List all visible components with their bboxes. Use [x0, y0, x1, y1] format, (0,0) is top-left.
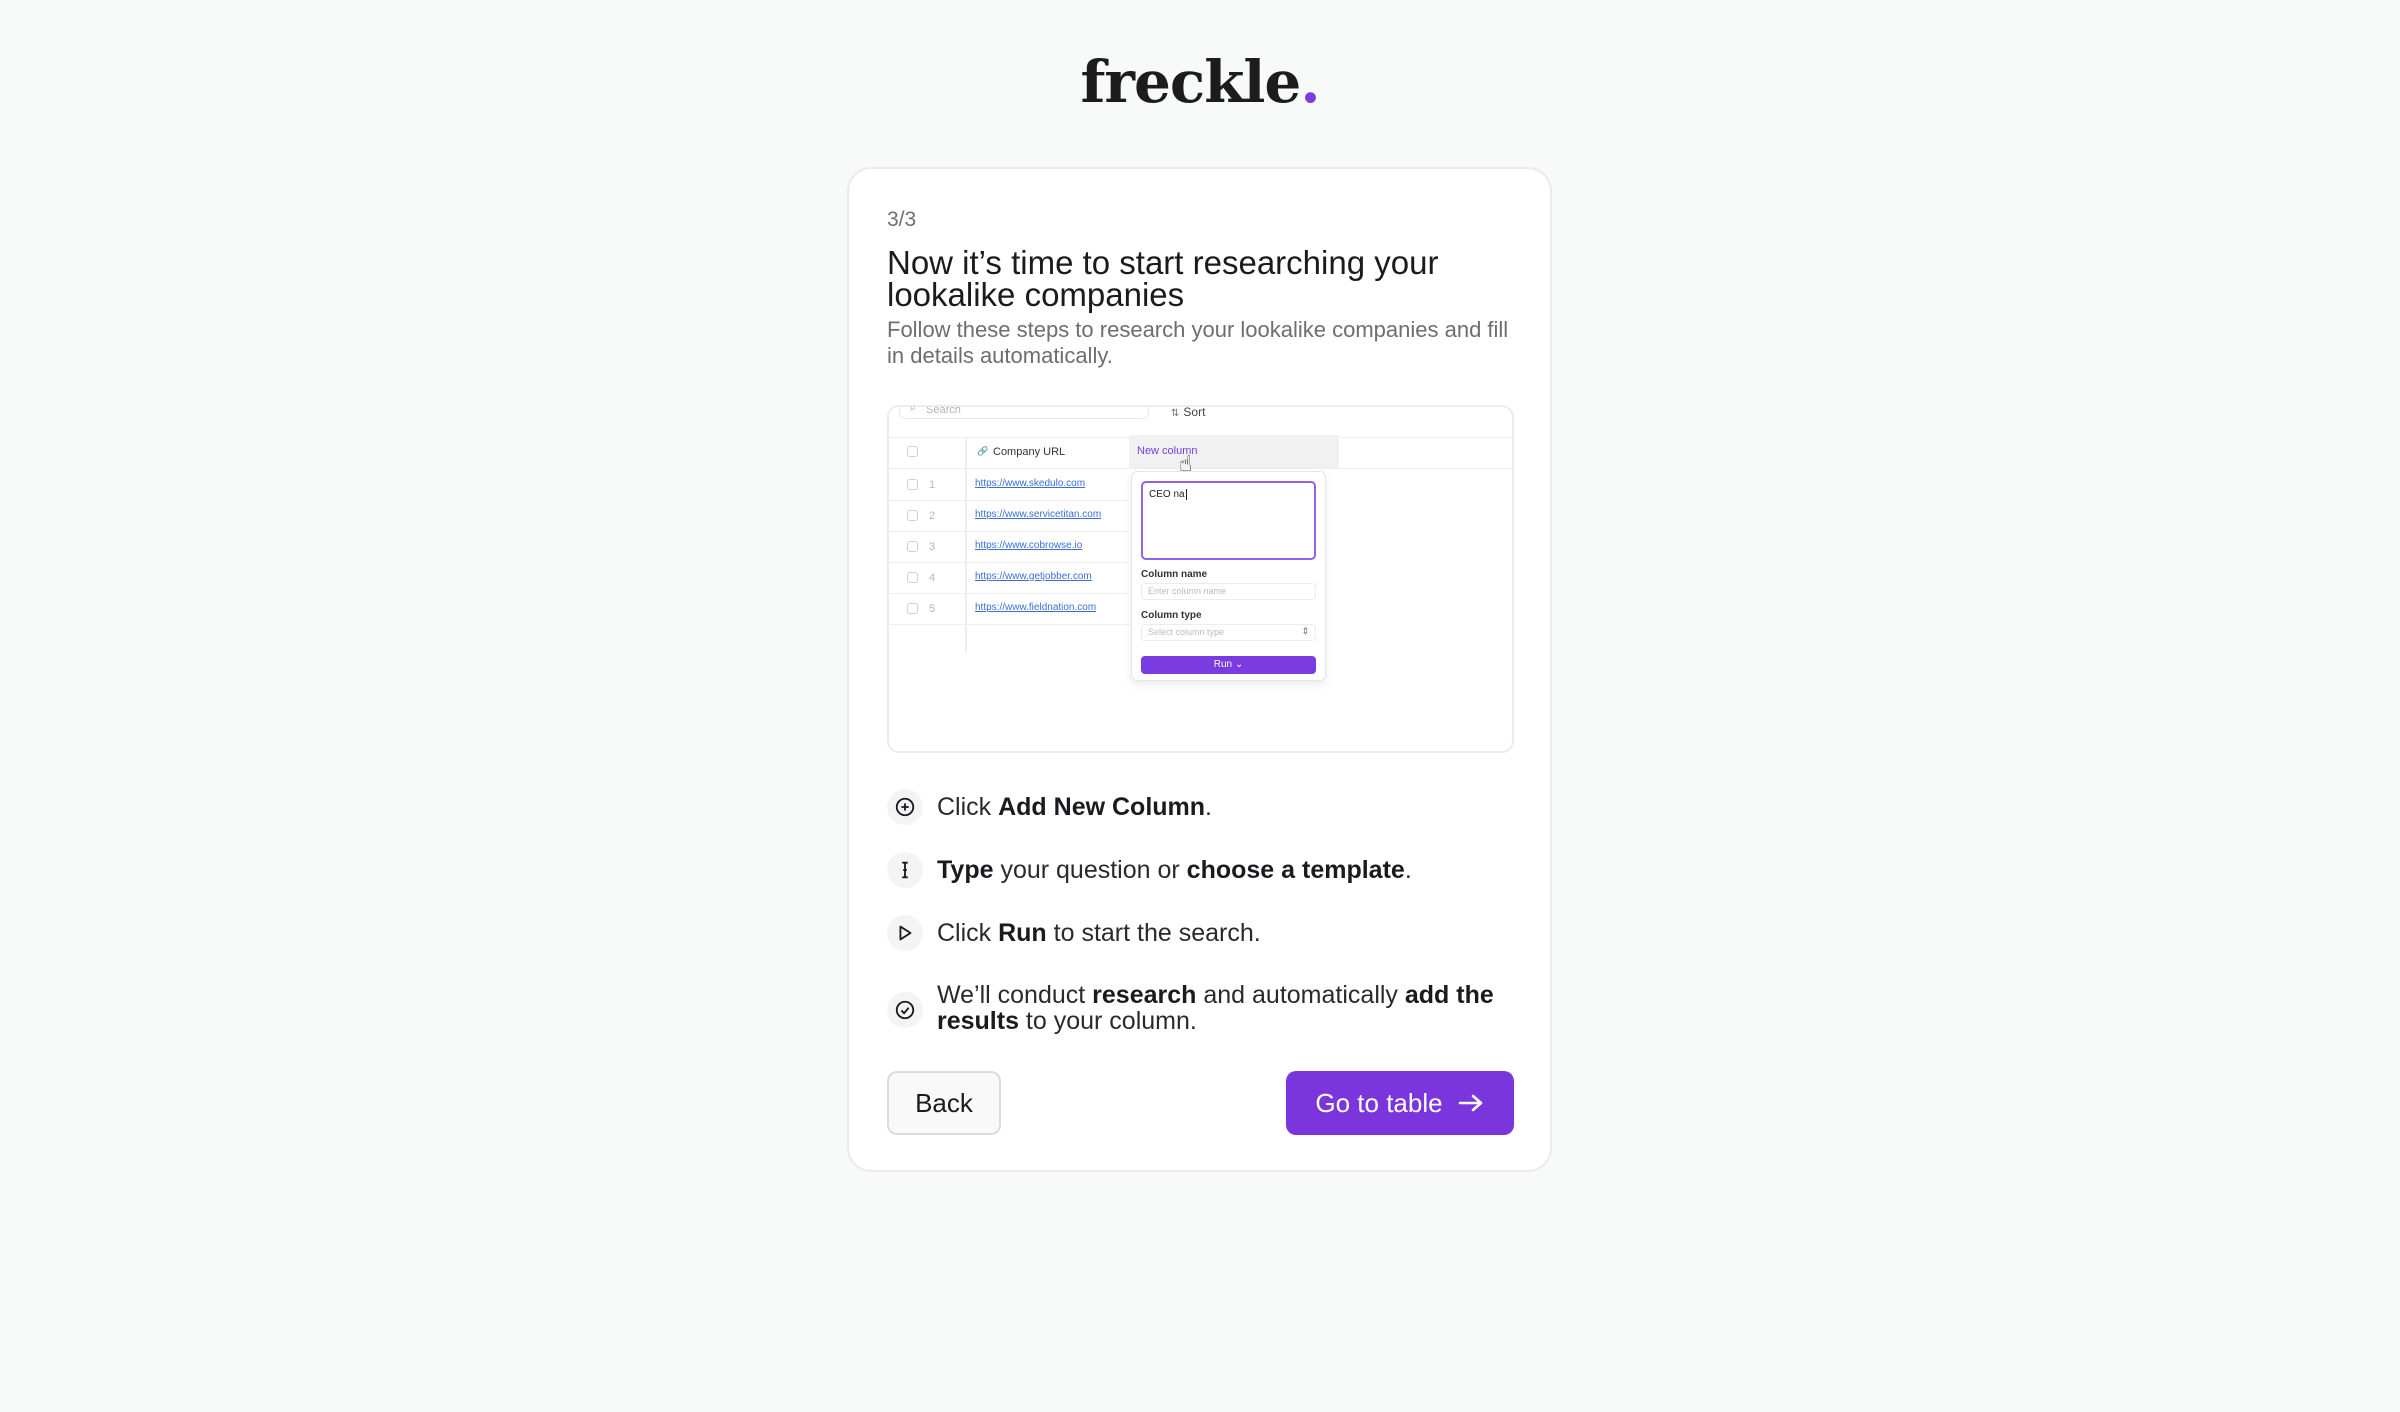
illustration-row-url: https://www.cobrowse.io — [975, 540, 1083, 551]
link-icon: 🔗 — [977, 446, 989, 456]
check-circle-icon — [887, 992, 923, 1028]
step-plain-text: to start the search. — [1046, 919, 1261, 947]
step-plain-text: Click — [937, 919, 999, 947]
illustration-run-button: Run ⌄ — [1141, 656, 1316, 674]
chevron-down-icon: ⌄ — [1234, 659, 1244, 670]
step-plain-text: We’ll conduct — [937, 981, 1093, 1009]
illustration-row-checkbox — [907, 479, 918, 490]
illustration-row-number: 3 — [929, 541, 936, 553]
back-button[interactable]: Back — [887, 1071, 1001, 1135]
step-text: Click Add New Column. — [937, 794, 1512, 820]
step-text: We’ll conduct research and automatically… — [937, 982, 1512, 1034]
illustration-column-type-select: Select column type ⇕ — [1141, 624, 1316, 641]
tutorial-illustration: ⌕ Search ⇅ Sort 🔗 Company URL New column … — [887, 405, 1514, 753]
illustration-column-type-label: Column type — [1141, 610, 1202, 621]
illustration-table-row: 2 https://www.servicetitan.com — [889, 500, 1129, 532]
step-item: Type your question or choose a template. — [887, 852, 1514, 888]
illustration-row-url: https://www.fieldnation.com — [975, 602, 1097, 613]
search-icon: ⌕ — [910, 405, 917, 414]
step-emphasis: choose a template — [1186, 856, 1405, 884]
step-plain-text: . — [1205, 793, 1212, 821]
illustration-row-url: https://www.getjobber.com — [975, 571, 1092, 582]
illustration-row-url: https://www.servicetitan.com — [975, 509, 1102, 520]
illustration-row-url: https://www.skedulo.com — [975, 478, 1086, 489]
illustration-row-number: 2 — [929, 510, 936, 522]
step-plain-text: to your column. — [1018, 1007, 1197, 1035]
page-subtitle: Follow these steps to research your look… — [887, 317, 1509, 368]
step-text: Type your question or choose a template. — [937, 857, 1512, 883]
illustration-table-row: 1 https://www.skedulo.com — [889, 469, 1129, 501]
play-icon — [887, 915, 923, 951]
illustration-row-checkbox — [907, 510, 918, 521]
step-plain-text: and automatically — [1196, 981, 1405, 1009]
illustration-search-bar: ⌕ Search — [899, 405, 1149, 419]
illustration-row-checkbox — [907, 572, 918, 583]
step-item: We’ll conduct research and automatically… — [887, 982, 1514, 1037]
illustration-run-label: Run — [1213, 659, 1233, 670]
illustration-column-header: Company URL — [993, 446, 1066, 458]
illustration-row-number: 1 — [929, 479, 936, 491]
step-emphasis: Run — [998, 919, 1047, 947]
illustration-sort: ⇅ Sort — [1171, 405, 1206, 421]
illustration-sort-label: Sort — [1183, 405, 1206, 419]
illustration-search-placeholder: Search — [926, 405, 961, 416]
chevron-updown-icon: ⇕ — [1301, 626, 1309, 636]
step-item: Click Run to start the search. — [887, 915, 1514, 951]
step-plain-text: Click — [937, 793, 999, 821]
step-item: Click Add New Column. — [887, 789, 1514, 825]
onboarding-card: 3/3 Now it’s time to start researching y… — [847, 167, 1552, 1172]
illustration-table-row: 4 https://www.getjobber.com — [889, 562, 1129, 594]
illustration-table-row: 5 https://www.fieldnation.com — [889, 593, 1129, 625]
step-counter: 3/3 — [887, 208, 917, 231]
illustration-column-name-label: Column name — [1141, 569, 1208, 580]
logo-text: freckle — [1080, 48, 1301, 116]
go-to-table-label: Go to table — [1315, 1087, 1443, 1118]
step-plain-text: your question or — [993, 856, 1187, 884]
text-cursor-icon — [887, 852, 923, 888]
freckle-logo: freckle. — [0, 48, 2400, 116]
step-emphasis: Add New Column — [998, 793, 1206, 821]
illustration-prompt-field: CEO na — [1141, 481, 1316, 560]
illustration-row-checkbox — [907, 603, 918, 614]
step-text: Click Run to start the search. — [937, 920, 1512, 946]
go-to-table-button[interactable]: Go to table — [1286, 1071, 1514, 1135]
step-plain-text: . — [1404, 856, 1412, 884]
illustration-row-checkbox — [907, 541, 918, 552]
logo-dot: . — [1300, 48, 1320, 116]
page-title: Now it’s time to start researching your … — [887, 244, 1439, 313]
illustration-prompt-text: CEO na — [1149, 489, 1185, 500]
illustration-row-number: 5 — [929, 603, 936, 615]
illustration-row-number: 4 — [929, 572, 936, 584]
plus-circle-icon — [887, 789, 923, 825]
arrow-right-icon — [1458, 1094, 1482, 1112]
sort-icon: ⇅ — [1171, 408, 1180, 419]
illustration-column-type-placeholder: Select column type — [1148, 627, 1225, 637]
illustration-header-checkbox — [907, 446, 918, 457]
illustration-column-name-input: Enter column name — [1141, 583, 1316, 600]
illustration-table-row: 3 https://www.cobrowse.io — [889, 531, 1129, 563]
illustration-new-column-popover: CEO na Column name Enter column name Col… — [1131, 471, 1326, 681]
step-emphasis: research — [1092, 981, 1197, 1009]
step-emphasis: Type — [937, 856, 994, 884]
